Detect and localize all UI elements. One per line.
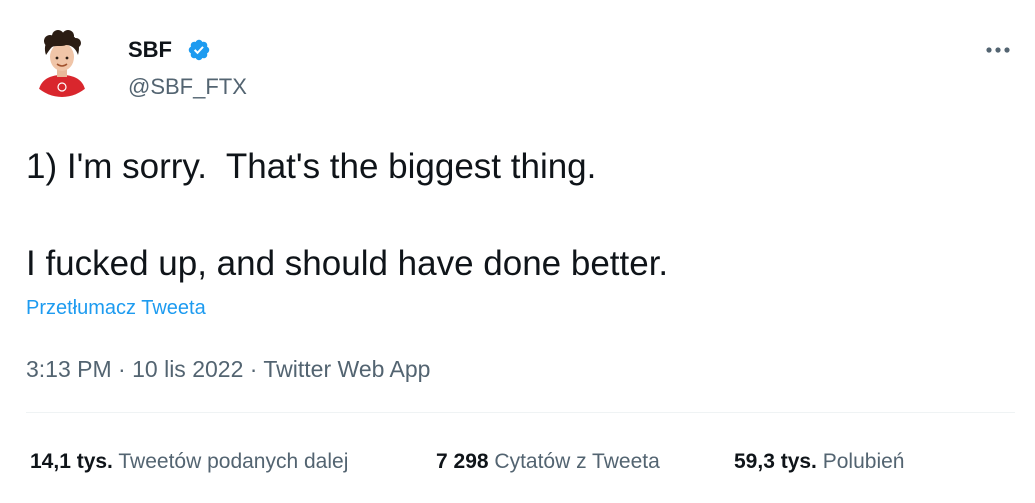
retweets-label: Tweetów podanych dalej	[118, 450, 349, 473]
quotes-label: Cytatów z Tweeta	[494, 450, 660, 473]
retweets-count: 14,1 tys.	[30, 450, 113, 473]
verified-badge-icon[interactable]	[187, 38, 211, 62]
likes-label: Polubień	[822, 450, 905, 473]
avatar[interactable]	[26, 25, 98, 97]
avatar-image	[26, 25, 98, 97]
tweet-metadata: 3:13 PM · 10 lis 2022 · Twitter Web App	[26, 354, 430, 384]
meta-separator: ·	[249, 356, 258, 382]
tweet-date[interactable]: 10 lis 2022	[132, 356, 243, 382]
tweet-source[interactable]: Twitter Web App	[263, 356, 430, 382]
retweets-stat[interactable]: 14,1 tys. Tweetów podanych dalej	[30, 448, 348, 476]
tweet-text-line: 1) I'm sorry. That's the biggest thing.	[26, 147, 597, 186]
more-options-button[interactable]	[980, 36, 1016, 64]
translate-tweet-link[interactable]: Przetłumacz Tweeta	[26, 295, 206, 321]
divider	[26, 412, 1015, 413]
author-name[interactable]: SBF	[128, 36, 172, 64]
author-handle[interactable]: @SBF_FTX	[128, 73, 247, 101]
likes-stat[interactable]: 59,3 tys. Polubień	[734, 448, 904, 476]
meta-separator: ·	[118, 356, 126, 382]
tweet-time[interactable]: 3:13 PM	[26, 356, 112, 382]
more-horizontal-icon	[986, 47, 1010, 53]
quotes-count: 7 298	[436, 450, 489, 473]
tweet-text-line: I fucked up, and should have done better…	[26, 244, 669, 283]
quotes-stat[interactable]: 7 298 Cytatów z Tweeta	[436, 448, 660, 476]
likes-count: 59,3 tys.	[734, 450, 817, 473]
